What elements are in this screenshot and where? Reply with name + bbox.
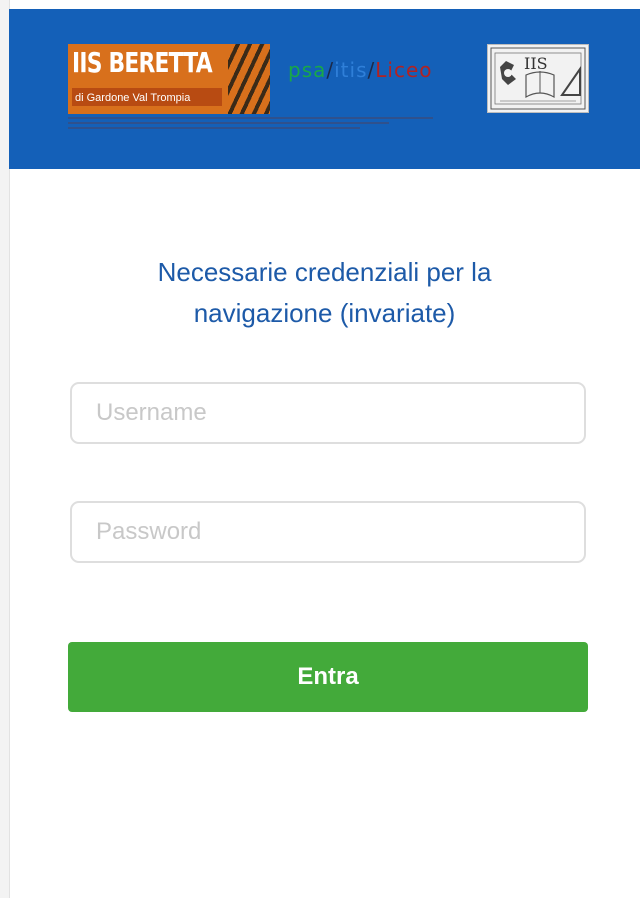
page-title-line-1: Necessarie credenziali per la bbox=[157, 257, 492, 287]
svg-text:IIS: IIS bbox=[524, 54, 548, 73]
logo-fine-print bbox=[68, 114, 433, 129]
logo-title: IIS BERETTA bbox=[72, 46, 213, 79]
page-left-margin bbox=[0, 0, 9, 898]
username-input[interactable] bbox=[70, 382, 586, 444]
logo-psa: psa bbox=[288, 58, 327, 82]
school-types-logo: psa/itis/Liceo bbox=[288, 58, 433, 82]
logo-stripes bbox=[228, 44, 270, 114]
logo-subtitle-band: di Gardone Val Trompia bbox=[72, 88, 222, 106]
logo-separator: / bbox=[326, 58, 335, 82]
password-input[interactable] bbox=[70, 501, 586, 563]
logo-liceo: Liceo bbox=[375, 58, 433, 82]
iis-beretta-logo: IIS BERETTA di Gardone Val Trompia bbox=[68, 44, 270, 114]
iis-emblem-logo: IIS bbox=[487, 44, 589, 113]
logo-itis: itis bbox=[334, 58, 368, 82]
logo-subtitle: di Gardone Val Trompia bbox=[75, 92, 191, 104]
login-button[interactable]: Entra bbox=[68, 642, 588, 712]
page-title: Necessarie credenziali per la navigazion… bbox=[9, 252, 640, 334]
page-title-line-2: navigazione (invariate) bbox=[193, 298, 456, 328]
iis-emblem-icon: IIS bbox=[490, 47, 586, 110]
